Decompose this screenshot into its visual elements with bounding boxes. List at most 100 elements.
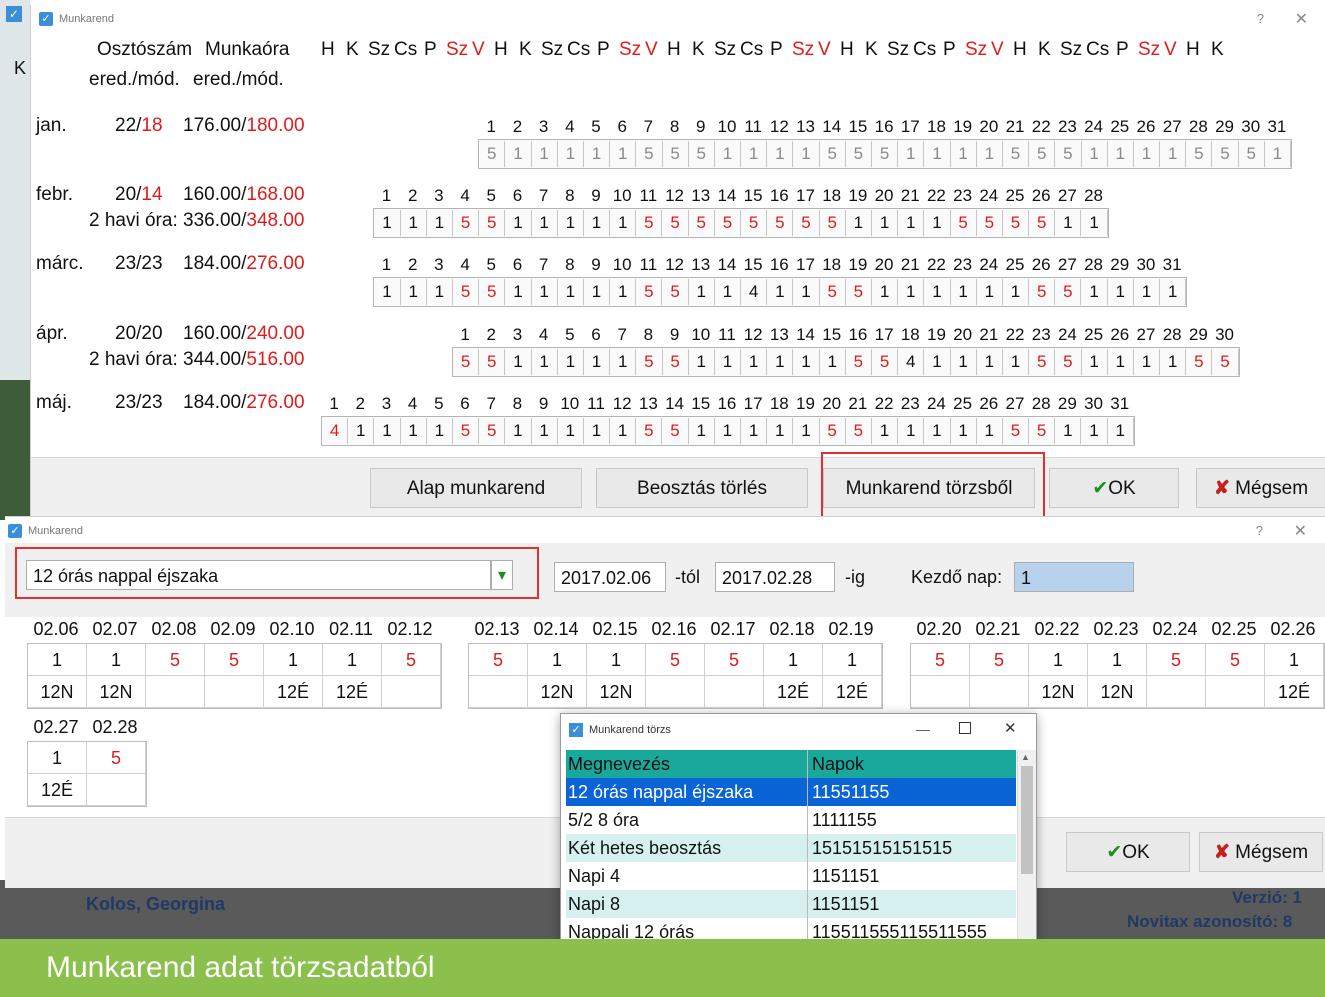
day-value-cell[interactable]: 1 (1160, 279, 1187, 305)
day-value-cell[interactable]: 5 (793, 210, 820, 236)
day-value-cell[interactable]: 1 (1055, 210, 1082, 236)
day-value-cell[interactable]: 1 (951, 418, 977, 444)
day-value-cell[interactable]: 1 (741, 141, 768, 167)
close-button[interactable]: ✕ (1295, 9, 1308, 29)
day-value-cell[interactable]: 5 (767, 210, 794, 236)
maximize-button[interactable] (959, 722, 971, 734)
day-value-cell[interactable]: 1 (793, 418, 820, 444)
alap-munkarend-button[interactable]: Alap munkarend (370, 468, 582, 508)
day-type-cell[interactable]: 1 (823, 644, 882, 676)
day-value-cell[interactable]: 1 (584, 141, 611, 167)
day-value-cell[interactable]: 1 (558, 141, 584, 167)
day-value-cell[interactable]: 1 (1160, 141, 1187, 167)
day-value-cell[interactable]: 1 (610, 349, 637, 375)
day-value-cell[interactable]: 1 (767, 349, 794, 375)
day-value-cell[interactable]: 5 (820, 141, 846, 167)
day-type-cell[interactable]: 1 (1265, 644, 1324, 676)
day-value-cell[interactable]: 1 (1108, 349, 1134, 375)
day-value-cell[interactable]: 1 (1081, 210, 1108, 236)
day-value-cell[interactable]: 5 (1186, 141, 1213, 167)
date-to-input[interactable]: 2017.02.28 (715, 562, 835, 592)
day-value-cell[interactable]: 4 (741, 279, 768, 305)
day-type-cell[interactable]: 1 (323, 644, 382, 676)
day-value-cell[interactable]: 5 (1212, 141, 1239, 167)
day-value-cell[interactable]: 5 (1029, 418, 1056, 444)
day-value-cell[interactable]: 5 (636, 279, 663, 305)
day-type-cell[interactable]: 1 (87, 644, 146, 676)
day-value-cell[interactable]: 1 (793, 141, 820, 167)
day-value-cell[interactable]: 5 (453, 349, 480, 375)
day-value-cell[interactable]: 1 (715, 418, 741, 444)
day-value-cell[interactable]: 5 (636, 141, 663, 167)
day-value-cell[interactable]: 1 (924, 418, 951, 444)
day-value-cell[interactable]: 5 (636, 418, 663, 444)
day-type-cell[interactable]: 1 (764, 644, 823, 676)
day-value-cell[interactable]: 5 (1055, 141, 1082, 167)
day-type-cell[interactable]: 5 (146, 644, 205, 676)
day-value-cell[interactable]: 5 (846, 279, 872, 305)
day-value-cell[interactable]: 1 (741, 349, 768, 375)
day-value-cell[interactable]: 1 (532, 418, 558, 444)
date-from-input[interactable]: 2017.02.06 (554, 562, 666, 592)
day-value-cell[interactable]: 1 (401, 279, 427, 305)
day-value-cell[interactable]: 1 (898, 141, 925, 167)
day-value-cell[interactable]: 1 (689, 279, 715, 305)
day-type-cell[interactable]: 1 (1029, 644, 1088, 676)
day-value-cell[interactable]: 1 (951, 141, 977, 167)
day-type-cell[interactable]: 5 (469, 644, 528, 676)
column-header-name[interactable]: Megnevezés (566, 750, 808, 778)
day-value-cell[interactable]: 1 (1134, 349, 1161, 375)
day-value-cell[interactable]: 1 (505, 279, 532, 305)
day-value-cell[interactable]: 1 (924, 279, 951, 305)
table-row[interactable]: 5/2 8 óra 1111155 (566, 806, 1016, 834)
day-value-cell[interactable]: 5 (479, 210, 506, 236)
day-value-cell[interactable]: 5 (1029, 279, 1056, 305)
day-value-cell[interactable]: 1 (610, 418, 637, 444)
day-value-cell[interactable]: 5 (1239, 141, 1265, 167)
day-value-cell[interactable]: 1 (951, 349, 977, 375)
column-header-days[interactable]: Napok (809, 750, 1017, 778)
day-value-cell[interactable]: 1 (558, 210, 584, 236)
day-value-cell[interactable]: 5 (1029, 141, 1056, 167)
day-value-cell[interactable]: 4 (322, 418, 349, 444)
day-value-cell[interactable]: 1 (1134, 141, 1161, 167)
day-value-cell[interactable]: 5 (1055, 349, 1082, 375)
day-value-cell[interactable]: 1 (532, 279, 558, 305)
day-type-cell[interactable]: 1 (264, 644, 323, 676)
day-type-cell[interactable]: 5 (87, 742, 146, 774)
day-type-cell[interactable]: 1 (587, 644, 646, 676)
day-value-cell[interactable]: 1 (584, 418, 611, 444)
day-value-cell[interactable]: 1 (689, 418, 715, 444)
day-value-cell[interactable]: 5 (689, 141, 715, 167)
day-value-cell[interactable]: 1 (898, 418, 925, 444)
day-value-cell[interactable]: 5 (636, 210, 663, 236)
day-value-cell[interactable]: 1 (1134, 279, 1161, 305)
day-value-cell[interactable]: 1 (1160, 349, 1187, 375)
table-row[interactable]: Két hetes beosztás 15151515151515 (566, 834, 1016, 862)
day-value-cell[interactable]: 5 (1055, 279, 1082, 305)
shift-cell[interactable] (646, 676, 705, 708)
day-value-cell[interactable]: 1 (741, 418, 768, 444)
scroll-thumb[interactable] (1021, 766, 1033, 874)
day-value-cell[interactable]: 1 (1082, 141, 1108, 167)
day-value-cell[interactable]: 1 (715, 349, 742, 375)
day-value-cell[interactable]: 1 (767, 141, 794, 167)
day-value-cell[interactable]: 1 (793, 279, 820, 305)
day-value-cell[interactable]: 5 (453, 279, 480, 305)
day-value-cell[interactable]: 5 (1003, 141, 1030, 167)
day-value-cell[interactable]: 5 (1186, 349, 1213, 375)
day-value-cell[interactable]: 1 (374, 210, 401, 236)
day-value-cell[interactable]: 5 (453, 418, 480, 444)
shift-cell[interactable]: 12É (28, 774, 87, 806)
cancel-button[interactable]: ✘ Mégsem (1196, 468, 1325, 508)
shift-cell[interactable] (205, 676, 264, 708)
day-type-cell[interactable]: 5 (382, 644, 441, 676)
day-value-cell[interactable]: 1 (715, 279, 742, 305)
day-value-cell[interactable]: 1 (374, 418, 401, 444)
day-value-cell[interactable]: 1 (715, 141, 742, 167)
day-value-cell[interactable]: 1 (1265, 141, 1291, 167)
day-value-cell[interactable]: 1 (505, 141, 532, 167)
day-value-cell[interactable]: 1 (505, 418, 532, 444)
day-value-cell[interactable]: 5 (1029, 349, 1056, 375)
day-type-cell[interactable]: 5 (205, 644, 264, 676)
